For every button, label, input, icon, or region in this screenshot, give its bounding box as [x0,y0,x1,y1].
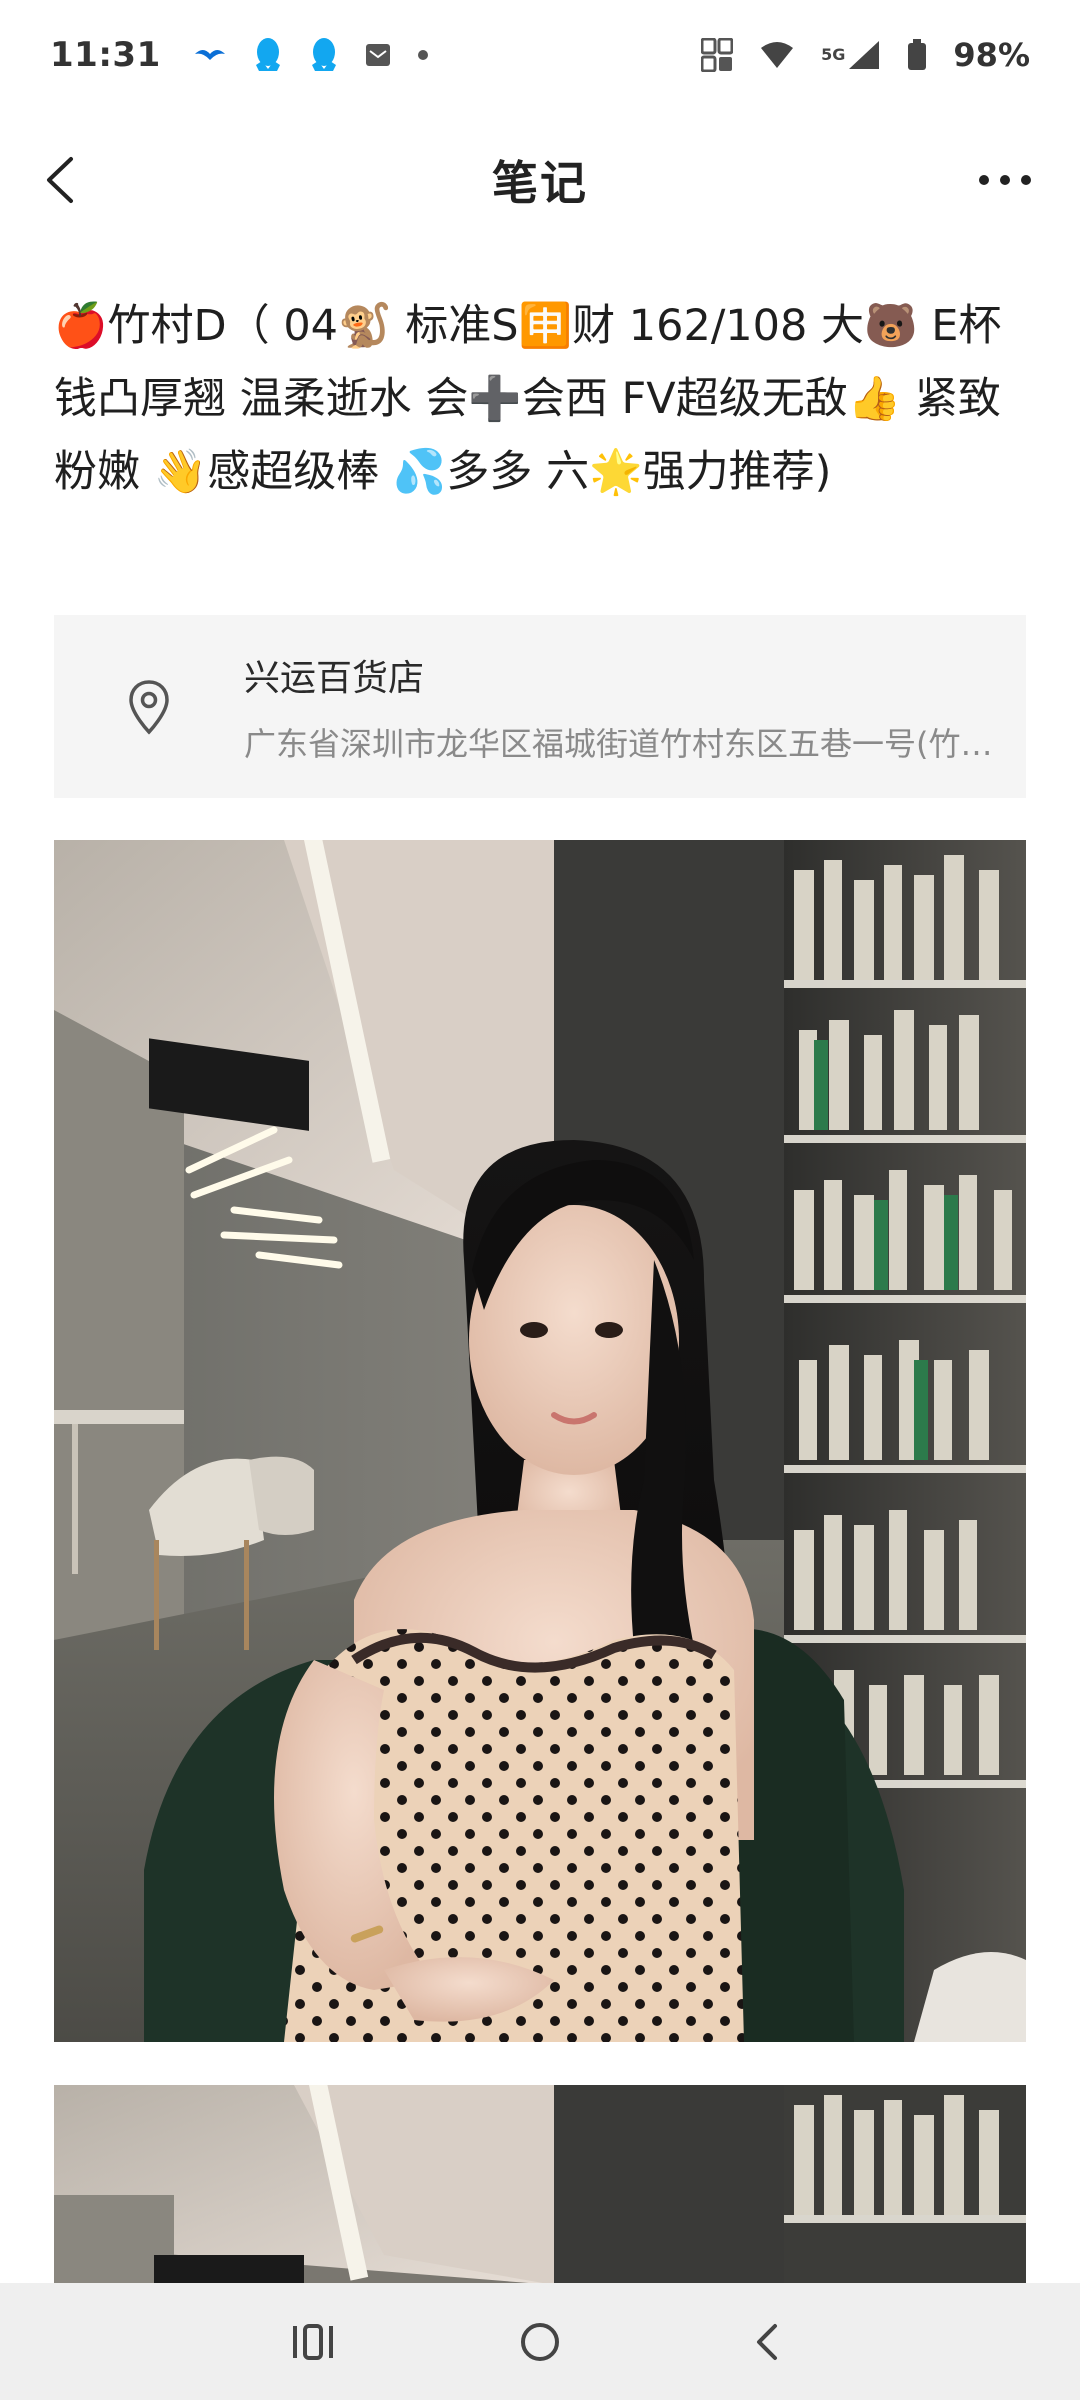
recent-apps-icon [293,2323,334,2360]
status-right: 5G 98% [701,36,1030,74]
nfc-icon [701,38,734,72]
mail-icon [365,38,391,72]
bird-icon [193,38,227,72]
system-back-button[interactable] [727,2302,807,2382]
home-icon [520,2322,559,2361]
note-image[interactable] [54,2085,1026,2285]
recent-apps-button[interactable] [273,2302,353,2382]
wifi-icon [759,38,795,72]
status-time: 11:31 [50,35,161,75]
dot-icon [417,38,429,72]
page-title: 笔记 [492,156,588,210]
location-card[interactable]: 兴运百货店 广东省深圳市龙华区福城街道竹村东区五巷一号(竹村东区五巷一号) [54,615,1026,798]
more-icon [979,175,1031,185]
location-info: 兴运百货店 广东省深圳市龙华区福城街道竹村东区五巷一号(竹村东区五巷一号) [244,649,1004,765]
back-icon [756,2323,777,2360]
signal-icon: 5G [821,38,881,72]
battery-level: 98% [953,36,1030,74]
back-button[interactable] [30,150,90,210]
qq-icon [253,38,283,72]
note-image[interactable] [54,840,1026,2042]
more-button[interactable] [960,150,1050,210]
status-bar: 11:31 5G 98% [0,0,1080,110]
location-address: 广东省深圳市龙华区福城街道竹村东区五巷一号(竹村东区五巷一号) [244,724,1004,763]
home-button[interactable] [500,2302,580,2382]
location-pin-icon [54,615,244,798]
status-left: 11:31 [50,35,429,75]
note-content: 🍎竹村D（ 04🐒 标准S🈸财 162/108 大🐻 E杯 钱凸厚翘 温柔逝水 … [54,301,1002,497]
battery-icon [907,38,927,72]
network-label: 5G [821,45,846,64]
qq-icon [309,38,339,72]
system-nav-bar [0,2283,1080,2400]
top-nav: 笔记 [0,110,1080,250]
location-name: 兴运百货店 [244,657,425,699]
chevron-left-icon [47,157,73,203]
